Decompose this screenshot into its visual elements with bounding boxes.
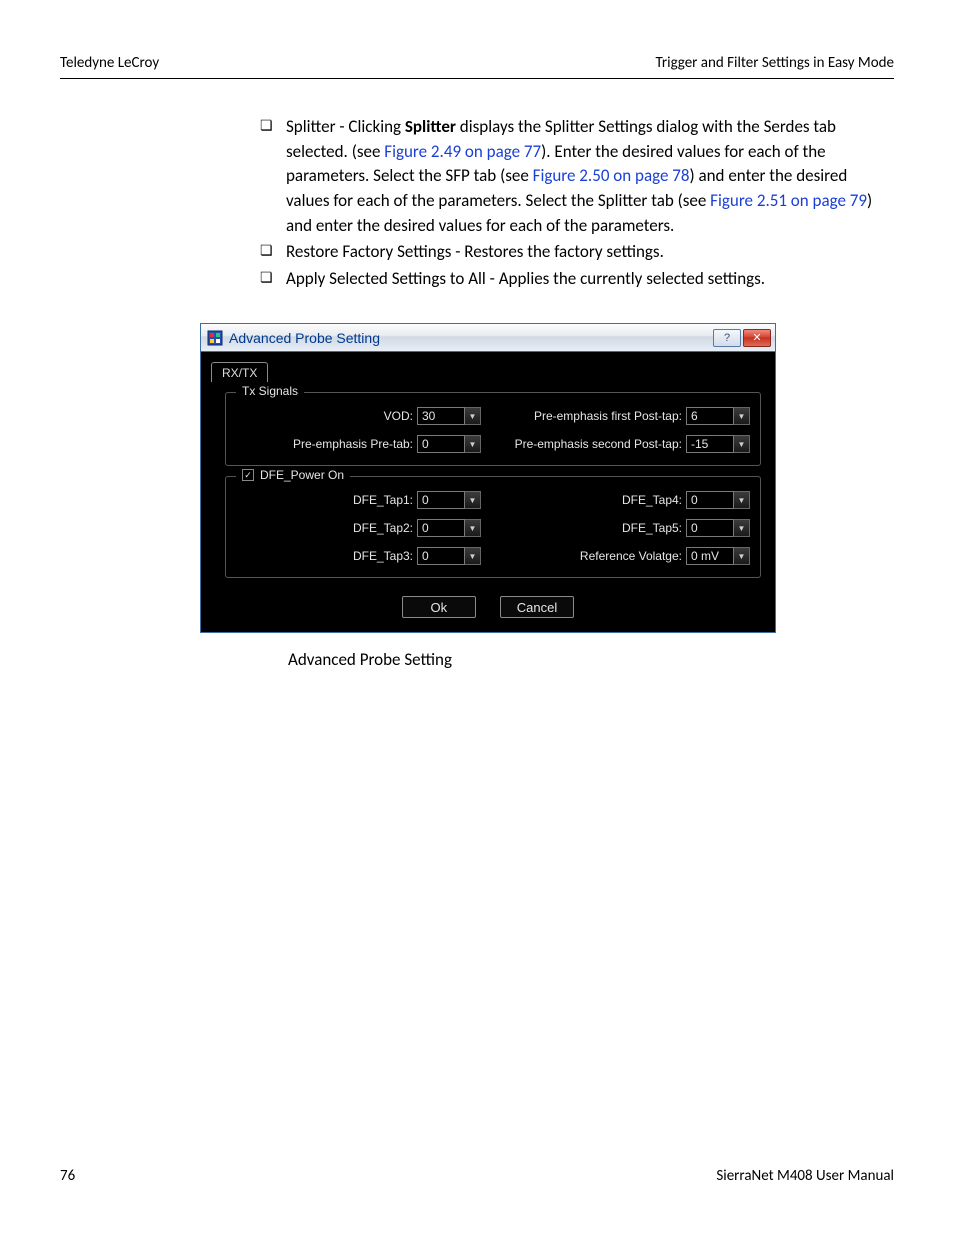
dfe-tap5-input[interactable]: 0	[686, 519, 734, 537]
pre-tab-input[interactable]: 0	[417, 435, 465, 453]
chevron-down-icon: ▼	[469, 524, 477, 533]
header-right: Trigger and Filter Settings in Easy Mode	[656, 54, 894, 72]
dfe-tap2-dropdown[interactable]: ▼	[465, 519, 481, 537]
pre-tab-dropdown[interactable]: ▼	[465, 435, 481, 453]
header-left: Teledyne LeCroy	[60, 54, 159, 72]
dfe-power-checkbox[interactable]: ✓	[242, 469, 254, 481]
dfe-tap1-label: DFE_Tap1:	[353, 493, 413, 507]
tx-signals-legend: Tx Signals	[236, 384, 304, 398]
body-text: Splitter - Clicking Splitter displays th…	[0, 79, 954, 291]
second-post-input[interactable]: -15	[686, 435, 734, 453]
pre-tab-label: Pre-emphasis Pre-tab:	[293, 437, 413, 451]
ref-voltage-input[interactable]: 0 mV	[686, 547, 734, 565]
ref-voltage-label: Reference Volatge:	[580, 549, 682, 563]
ref-voltage-dropdown[interactable]: ▼	[734, 547, 750, 565]
cancel-button[interactable]: Cancel	[500, 596, 574, 618]
dfe-tap4-label: DFE_Tap4:	[622, 493, 682, 507]
chevron-down-icon: ▼	[469, 412, 477, 421]
first-post-label: Pre-emphasis first Post-tap:	[534, 409, 682, 423]
page-number: 76	[60, 1167, 75, 1185]
group-dfe-power: ✓ DFE_Power On DFE_Tap1: 0 ▼ DFE_Tap4:	[225, 476, 761, 578]
chevron-down-icon: ▼	[469, 440, 477, 449]
app-icon	[207, 330, 223, 346]
chevron-down-icon: ▼	[738, 524, 746, 533]
vod-input[interactable]: 30	[417, 407, 465, 425]
dfe-tap2-label: DFE_Tap2:	[353, 521, 413, 535]
chevron-down-icon: ▼	[469, 552, 477, 561]
dfe-tap4-input[interactable]: 0	[686, 491, 734, 509]
tab-rxtx[interactable]: RX/TX	[211, 362, 268, 382]
first-post-dropdown[interactable]: ▼	[734, 407, 750, 425]
figure-caption: Advanced Probe Setting	[0, 649, 954, 670]
dfe-tap5-label: DFE_Tap5:	[622, 521, 682, 535]
vod-label: VOD:	[384, 409, 413, 423]
splitter-bold: Splitter	[405, 116, 456, 137]
close-button[interactable]: ✕	[743, 329, 771, 347]
bullet-splitter: Splitter - Clicking Splitter displays th…	[260, 115, 894, 238]
dfe-tap1-input[interactable]: 0	[417, 491, 465, 509]
chevron-down-icon: ▼	[738, 496, 746, 505]
ok-button[interactable]: Ok	[402, 596, 476, 618]
manual-title: SierraNet M408 User Manual	[716, 1167, 894, 1185]
link-fig-251[interactable]: Figure 2.51 on page 79	[710, 190, 867, 211]
dialog-titlebar: Advanced Probe Setting ? ✕	[201, 324, 775, 352]
dfe-tap4-dropdown[interactable]: ▼	[734, 491, 750, 509]
bullet-restore: Restore Factory Settings - Restores the …	[260, 240, 894, 265]
bullet-apply: Apply Selected Settings to All - Applies…	[260, 267, 894, 292]
help-button[interactable]: ?	[713, 329, 741, 347]
group-tx-signals: Tx Signals VOD: 30 ▼ Pre-emphasis first …	[225, 392, 761, 466]
dfe-tap2-input[interactable]: 0	[417, 519, 465, 537]
chevron-down-icon: ▼	[738, 412, 746, 421]
dfe-tap5-dropdown[interactable]: ▼	[734, 519, 750, 537]
chevron-down-icon: ▼	[738, 440, 746, 449]
link-fig-249[interactable]: Figure 2.49 on page 77	[384, 141, 541, 162]
dfe-tap3-label: DFE_Tap3:	[353, 549, 413, 563]
dfe-tap3-dropdown[interactable]: ▼	[465, 547, 481, 565]
first-post-input[interactable]: 6	[686, 407, 734, 425]
dialog-title: Advanced Probe Setting	[229, 330, 380, 346]
chevron-down-icon: ▼	[738, 552, 746, 561]
link-fig-250[interactable]: Figure 2.50 on page 78	[533, 165, 690, 186]
dfe-tap1-dropdown[interactable]: ▼	[465, 491, 481, 509]
advanced-probe-dialog: Advanced Probe Setting ? ✕ RX/TX Tx Sign…	[200, 323, 776, 633]
chevron-down-icon: ▼	[469, 496, 477, 505]
dfe-power-legend: DFE_Power On	[260, 468, 344, 482]
vod-dropdown[interactable]: ▼	[465, 407, 481, 425]
second-post-label: Pre-emphasis second Post-tap:	[515, 437, 682, 451]
second-post-dropdown[interactable]: ▼	[734, 435, 750, 453]
dfe-tap3-input[interactable]: 0	[417, 547, 465, 565]
